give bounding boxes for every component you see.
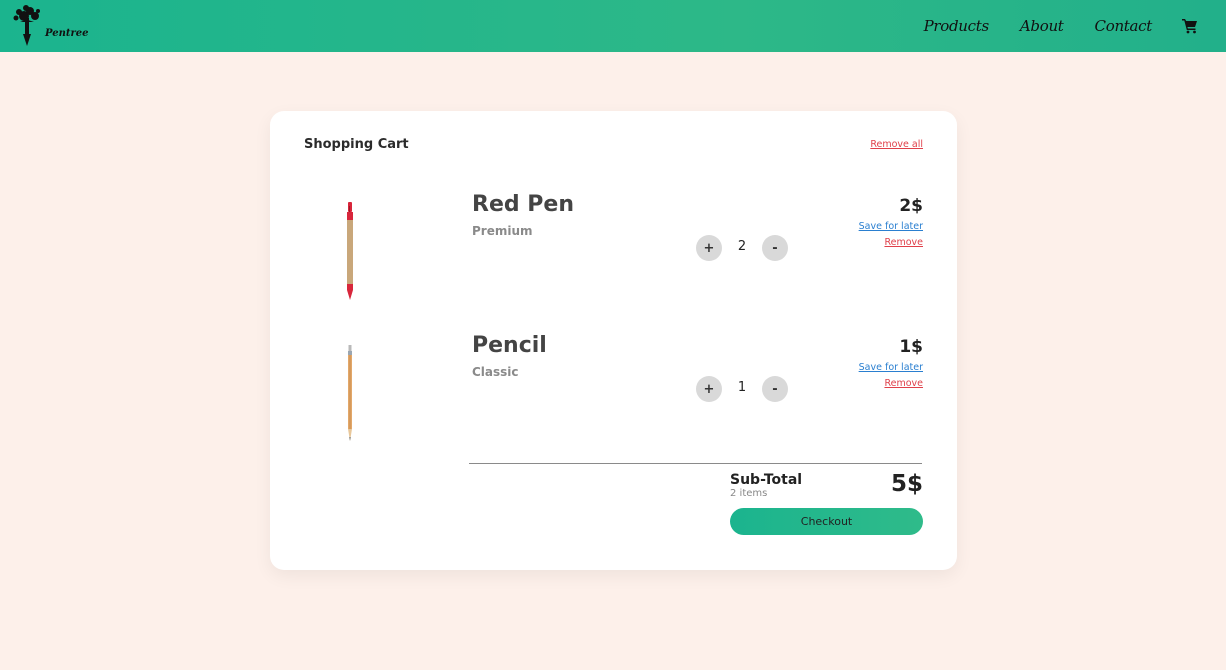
nav-link-contact[interactable]: Contact xyxy=(1095,17,1153,35)
red-pen-image xyxy=(347,202,353,300)
cart-item-pencil: Pencil Classic + 1 - 1$ Save for later R… xyxy=(270,333,957,463)
tree-pen-logo-icon xyxy=(13,5,40,46)
item-name: Red Pen xyxy=(472,192,574,217)
subtotal-label: Sub-Total xyxy=(730,472,803,488)
shopping-cart-card: Shopping Cart Remove all Red Pen Premium… xyxy=(270,111,957,570)
subtotal-item-count: 2 items xyxy=(730,488,768,499)
cart-icon[interactable] xyxy=(1182,18,1198,34)
quantity-value: 1 xyxy=(737,380,747,395)
navbar: Pentree Products About Contact xyxy=(0,0,1226,52)
subtotal-amount: 5$ xyxy=(890,471,923,497)
remove-all-link[interactable]: Remove all xyxy=(870,139,923,150)
quantity-decrease-button[interactable]: - xyxy=(762,235,788,261)
item-variant: Classic xyxy=(472,365,519,379)
nav-links: Products About Contact xyxy=(893,0,1198,52)
save-for-later-link[interactable]: Save for later xyxy=(859,221,923,232)
cart-title: Shopping Cart xyxy=(304,137,409,152)
pencil-image xyxy=(348,345,352,441)
item-price: 1$ xyxy=(899,337,923,357)
cart-item-red-pen: Red Pen Premium + 2 - 2$ Save for later … xyxy=(270,192,957,322)
pentree-logo[interactable]: Pentree xyxy=(10,4,89,48)
quantity-increase-button[interactable]: + xyxy=(696,235,722,261)
item-name: Pencil xyxy=(472,333,547,358)
quantity-decrease-button[interactable]: - xyxy=(762,376,788,402)
logo-text: Pentree xyxy=(45,28,89,39)
remove-item-link[interactable]: Remove xyxy=(884,378,923,389)
nav-link-products[interactable]: Products xyxy=(924,17,990,35)
quantity-value: 2 xyxy=(737,239,747,254)
quantity-increase-button[interactable]: + xyxy=(696,376,722,402)
nav-link-about[interactable]: About xyxy=(1020,17,1064,35)
subtotal-divider xyxy=(469,463,922,464)
item-price: 2$ xyxy=(899,196,923,216)
remove-item-link[interactable]: Remove xyxy=(884,237,923,248)
checkout-button[interactable]: Checkout xyxy=(730,508,923,535)
item-variant: Premium xyxy=(472,224,533,238)
save-for-later-link[interactable]: Save for later xyxy=(859,362,923,373)
